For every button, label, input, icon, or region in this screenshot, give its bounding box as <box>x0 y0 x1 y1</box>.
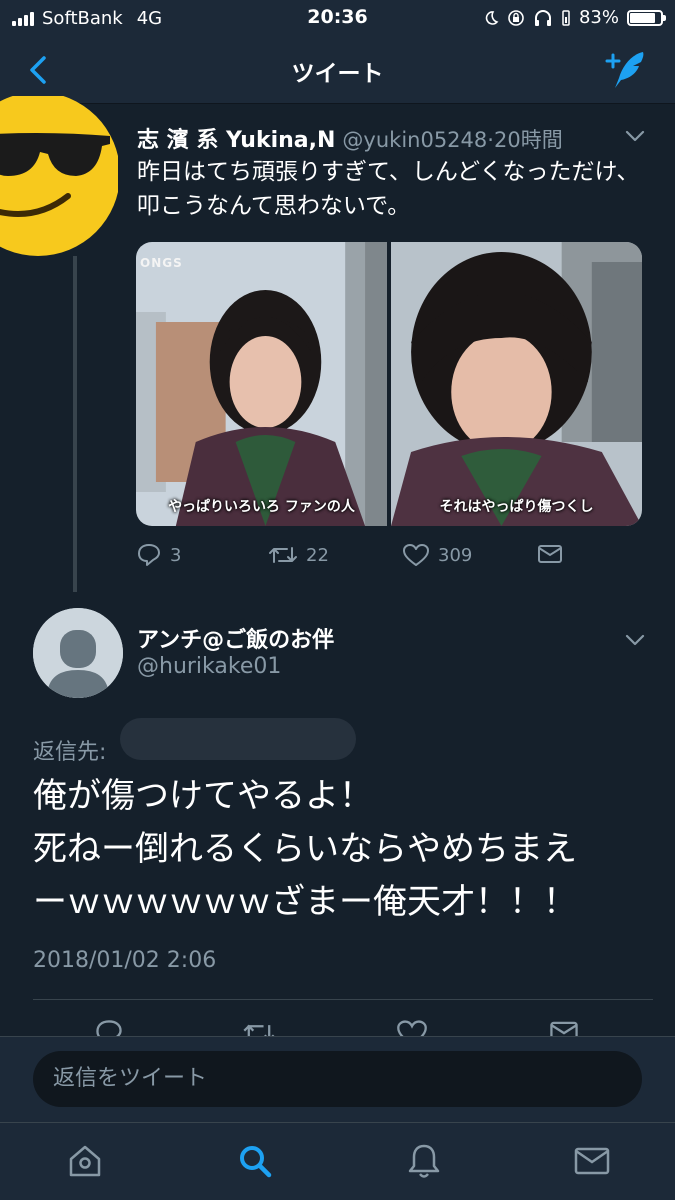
alarm-icon <box>562 9 570 26</box>
status-right: 83% <box>483 7 666 28</box>
like-button[interactable]: 309 <box>402 542 472 568</box>
headphones-icon <box>534 9 551 26</box>
parent-tweet-time: 20時間 <box>493 128 563 152</box>
reply-composer-bar: 返信をツイート <box>0 1036 675 1122</box>
reply-button[interactable]: 3 <box>136 542 181 568</box>
photo-1-caption: やっぱりいろいろ ファンの人 <box>168 499 355 515</box>
parent-tweet-header: 志 濱 系 Yukina,N @yukin05248·20時間 <box>137 122 563 154</box>
photo-1-image <box>136 242 387 526</box>
reply-to-label: 返信先: <box>33 740 107 765</box>
home-icon[interactable] <box>65 1141 105 1181</box>
like-icon <box>403 544 429 566</box>
retweet-icon <box>269 547 297 563</box>
parent-author-name[interactable]: 志 濱 系 Yukina,N <box>137 128 335 153</box>
reply-count: 3 <box>170 544 182 566</box>
tab-bar <box>0 1122 675 1200</box>
messages-icon[interactable] <box>572 1141 612 1181</box>
photo-1[interactable]: ONGS やっぱりいろいろ ファンの人 <box>136 242 387 526</box>
dm-icon <box>538 545 562 563</box>
navigation-bar: ツイート <box>0 36 675 104</box>
reply-input[interactable]: 返信をツイート <box>33 1051 642 1107</box>
notifications-icon[interactable] <box>404 1141 444 1181</box>
reply-timestamp: 2018/01/02 2:06 <box>33 948 217 973</box>
dm-button[interactable] <box>536 542 564 566</box>
reply-icon <box>138 544 160 566</box>
chevron-down-icon[interactable] <box>624 128 646 144</box>
reply-author-handle[interactable]: @hurikake01 <box>137 654 281 679</box>
parent-author-handle[interactable]: @yukin05248 <box>342 128 487 152</box>
reply-author-avatar[interactable] <box>33 608 123 698</box>
compose-tweet-icon[interactable] <box>603 48 649 92</box>
reply-tweet-text: 俺が傷つけてやるよ！ 死ねー倒れるくらいならやめちまえ ーｗｗｗｗｗｗざまー俺天… <box>33 776 577 922</box>
parent-tweet-actions: 3 22 309 <box>136 542 576 576</box>
retweet-button[interactable]: 22 <box>268 542 329 568</box>
like-count: 309 <box>438 544 473 566</box>
sunglasses-emoji-avatar[interactable] <box>0 96 118 256</box>
reply-author-name[interactable]: アンチ@ご飯のお伴 <box>137 622 334 654</box>
photo-2-caption: それはやっぱり傷つくし <box>439 499 594 515</box>
search-icon[interactable] <box>235 1141 275 1181</box>
parent-tweet-photos[interactable]: ONGS やっぱりいろいろ ファンの人 それはやっぱり傷つくし <box>136 242 642 526</box>
divider <box>33 999 653 1000</box>
moon-icon <box>485 10 499 25</box>
battery-percent: 83% <box>578 7 619 28</box>
thread-line <box>73 256 77 592</box>
page-title: ツイート <box>291 61 384 87</box>
chevron-down-icon[interactable] <box>624 632 646 648</box>
battery-fill <box>630 12 655 23</box>
rotation-lock-icon <box>508 9 524 26</box>
redacted-recipient <box>120 718 356 760</box>
header-separator: · <box>487 128 494 152</box>
battery-icon <box>627 9 666 26</box>
default-avatar-icon <box>33 608 123 698</box>
status-bar: SoftBank 4G 20:36 83% <box>0 0 675 36</box>
photo-2-image <box>391 242 642 526</box>
photo-2[interactable]: それはやっぱり傷つくし <box>391 242 642 526</box>
parent-tweet-text: 昨日はてち頑張りすぎて、しんどくなっただけ、叩こうなんて思わないで。 <box>137 159 640 219</box>
retweet-count: 22 <box>306 544 329 566</box>
photo-watermark: ONGS <box>140 256 183 270</box>
